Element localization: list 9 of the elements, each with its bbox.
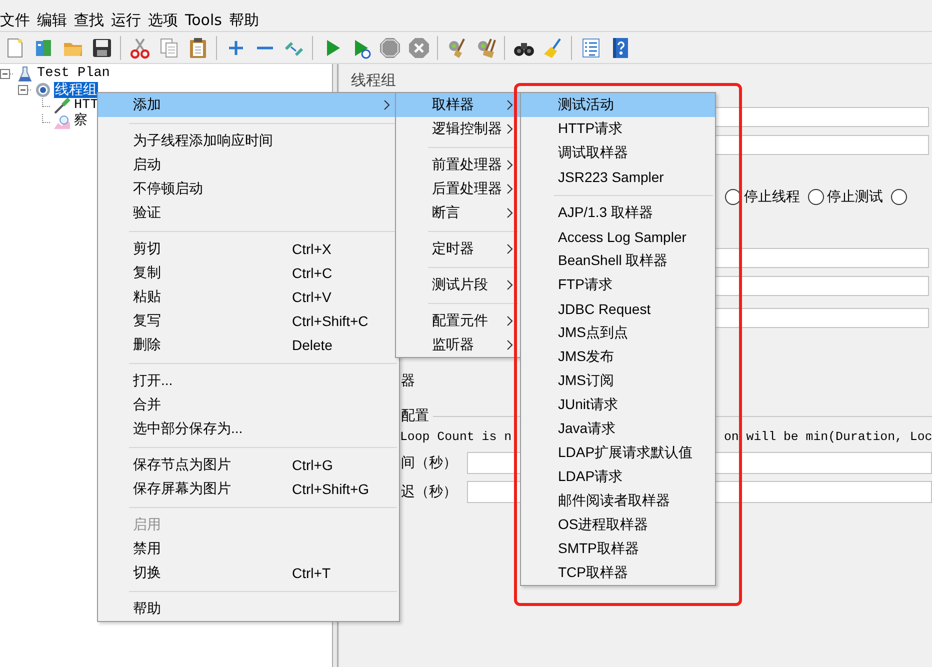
radio-label: 停止线程 [744,188,800,206]
radio-label: 停止测试 [827,188,883,206]
note-text: Loop Count is n [400,429,512,446]
field-label: 迟（秒） [401,483,458,501]
panel-title: 线程组 [351,70,397,90]
section-label: 器 [401,372,415,391]
field-label: 间（秒） [401,454,458,472]
group-label: 配置 [401,407,429,425]
note-text: on will be min(Duration, Loc [724,429,932,446]
